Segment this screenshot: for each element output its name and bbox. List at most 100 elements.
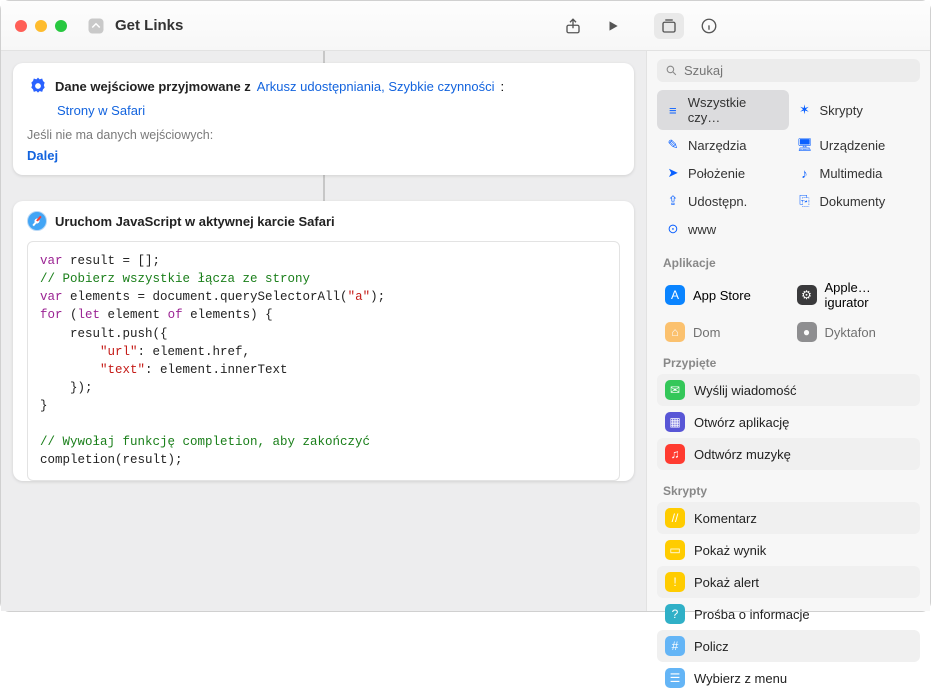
category-label: www bbox=[688, 222, 716, 237]
item-label: Pokaż wynik bbox=[694, 543, 766, 558]
window-title: Get Links bbox=[115, 17, 562, 34]
javascript-code-input[interactable]: var result = []; // Pobierz wszystkie łą… bbox=[27, 241, 620, 481]
titlebar: Get Links bbox=[1, 1, 930, 51]
item-label: Odtwórz muzykę bbox=[694, 447, 791, 462]
category-label: Urządzenie bbox=[820, 138, 886, 153]
category-label: Narzędzia bbox=[688, 138, 747, 153]
receives-label: Dane wejściowe przyjmowane z bbox=[55, 79, 251, 94]
music-app-icon: ♫ bbox=[665, 444, 685, 464]
workflow-editor[interactable]: Dane wejściowe przyjmowane z Arkusz udos… bbox=[1, 51, 646, 611]
document-icon: ⎘ bbox=[797, 193, 813, 209]
close-window-button[interactable] bbox=[15, 20, 27, 32]
app-label: Apple…igurator bbox=[825, 280, 913, 310]
alert-icon: ! bbox=[665, 572, 685, 592]
category-label: Dokumenty bbox=[820, 194, 886, 209]
category-sharing[interactable]: ⇪ Udostępn. bbox=[657, 188, 789, 214]
pinned-send-message[interactable]: ✉ Wyślij wiadomość bbox=[657, 374, 920, 406]
comment-icon: // bbox=[665, 508, 685, 528]
library-toggle-button[interactable] bbox=[654, 13, 684, 39]
result-icon: ▭ bbox=[665, 540, 685, 560]
category-label: Multimedia bbox=[820, 166, 883, 181]
input-subtype-value[interactable]: Strony w Safari bbox=[57, 103, 145, 118]
category-all[interactable]: ≡ Wszystkie czy… bbox=[657, 90, 789, 130]
music-icon: ♪ bbox=[797, 166, 813, 181]
appstore-icon: A bbox=[665, 285, 685, 305]
configurator-icon: ⚙ bbox=[797, 285, 817, 305]
category-device[interactable]: 🖥 Urządzenie bbox=[789, 132, 921, 158]
input-settings-card[interactable]: Dane wejściowe przyjmowane z Arkusz udos… bbox=[13, 63, 634, 175]
pinned-play-music[interactable]: ♫ Odtwórz muzykę bbox=[657, 438, 920, 470]
category-label: Wszystkie czy… bbox=[688, 95, 781, 125]
pinned-open-app[interactable]: ▦ Otwórz aplikację bbox=[657, 406, 920, 438]
zoom-window-button[interactable] bbox=[55, 20, 67, 32]
action-title: Uruchom JavaScript w aktywnej karcie Saf… bbox=[55, 214, 335, 229]
category-scripts[interactable]: ✶ Skrypty bbox=[789, 90, 921, 130]
location-icon: ➤ bbox=[665, 165, 681, 181]
category-label: Udostępn. bbox=[688, 194, 747, 209]
display-icon: 🖥 bbox=[797, 137, 813, 153]
colon: : bbox=[501, 79, 505, 94]
item-label: Wybierz z menu bbox=[694, 671, 787, 686]
messages-icon: ✉ bbox=[665, 380, 685, 400]
category-location[interactable]: ➤ Położenie bbox=[657, 160, 789, 186]
section-pinned-label: Przypięte bbox=[647, 348, 930, 374]
window-controls bbox=[15, 20, 67, 32]
item-label: Policz bbox=[694, 639, 729, 654]
section-scripts-label: Skrypty bbox=[647, 476, 930, 502]
safari-small-icon: ⊙ bbox=[665, 221, 681, 237]
menu-icon: ☰ bbox=[665, 668, 685, 688]
app-label: Dom bbox=[693, 325, 720, 340]
category-label: Położenie bbox=[688, 166, 745, 181]
app-label: Dyktafon bbox=[825, 325, 876, 340]
script-show-result[interactable]: ▭ Pokaż wynik bbox=[657, 534, 920, 566]
wand-icon: ✶ bbox=[797, 102, 813, 118]
app-configurator[interactable]: ⚙ Apple…igurator bbox=[789, 274, 921, 316]
open-app-icon: ▦ bbox=[665, 412, 685, 432]
item-label: Pokaż alert bbox=[694, 575, 759, 590]
section-apps-label: Aplikacje bbox=[647, 248, 930, 274]
item-label: Prośba o informacje bbox=[694, 607, 810, 622]
voicememo-icon: ● bbox=[797, 322, 817, 342]
search-input[interactable] bbox=[684, 63, 912, 78]
item-label: Wyślij wiadomość bbox=[694, 383, 796, 398]
app-appstore[interactable]: A App Store bbox=[657, 274, 789, 316]
category-grid: ≡ Wszystkie czy… ✶ Skrypty ✎ Narzędzia 🖥 Urz… bbox=[647, 88, 930, 248]
category-media[interactable]: ♪ Multimedia bbox=[789, 160, 921, 186]
item-label: Otwórz aplikację bbox=[694, 415, 789, 430]
safari-icon bbox=[27, 211, 47, 231]
script-comment[interactable]: // Komentarz bbox=[657, 502, 920, 534]
share-icon: ⇪ bbox=[665, 193, 681, 209]
category-documents[interactable]: ⎘ Dokumenty bbox=[789, 188, 921, 214]
item-label: Komentarz bbox=[694, 511, 757, 526]
minimize-window-button[interactable] bbox=[35, 20, 47, 32]
connector-line bbox=[323, 51, 325, 63]
info-button[interactable] bbox=[698, 15, 720, 37]
script-choose-menu[interactable]: ☰ Wybierz z menu bbox=[657, 662, 920, 694]
category-label: Skrypty bbox=[820, 103, 863, 118]
app-label: App Store bbox=[693, 288, 751, 303]
script-ask-input[interactable]: ? Prośba o informacje bbox=[657, 598, 920, 630]
connector-line bbox=[323, 175, 325, 201]
app-home[interactable]: ⌂ Dom bbox=[657, 316, 789, 348]
share-button[interactable] bbox=[562, 15, 584, 37]
actions-library-sidebar: ≡ Wszystkie czy… ✶ Skrypty ✎ Narzędzia 🖥 Urz… bbox=[646, 51, 930, 611]
search-field[interactable] bbox=[657, 59, 920, 82]
script-count[interactable]: # Policz bbox=[657, 630, 920, 662]
pencil-icon: ✎ bbox=[665, 137, 681, 153]
script-show-alert[interactable]: ! Pokaż alert bbox=[657, 566, 920, 598]
no-input-label: Jeśli nie ma danych wejściowych: bbox=[27, 128, 620, 142]
receives-value[interactable]: Arkusz udostępniania, Szybkie czynności bbox=[257, 79, 495, 94]
list-icon: ≡ bbox=[665, 103, 681, 118]
category-web[interactable]: ⊙ www bbox=[657, 216, 789, 242]
run-javascript-action-card[interactable]: Uruchom JavaScript w aktywnej karcie Saf… bbox=[13, 201, 634, 481]
no-input-value[interactable]: Dalej bbox=[27, 148, 58, 163]
app-voicememos[interactable]: ● Dyktafon bbox=[789, 316, 921, 348]
shortcut-app-icon bbox=[85, 15, 107, 37]
settings-icon bbox=[27, 75, 49, 97]
search-icon bbox=[665, 64, 678, 77]
category-tools[interactable]: ✎ Narzędzia bbox=[657, 132, 789, 158]
ask-icon: ? bbox=[665, 604, 685, 624]
run-button[interactable] bbox=[602, 15, 624, 37]
home-icon: ⌂ bbox=[665, 322, 685, 342]
count-icon: # bbox=[665, 636, 685, 656]
